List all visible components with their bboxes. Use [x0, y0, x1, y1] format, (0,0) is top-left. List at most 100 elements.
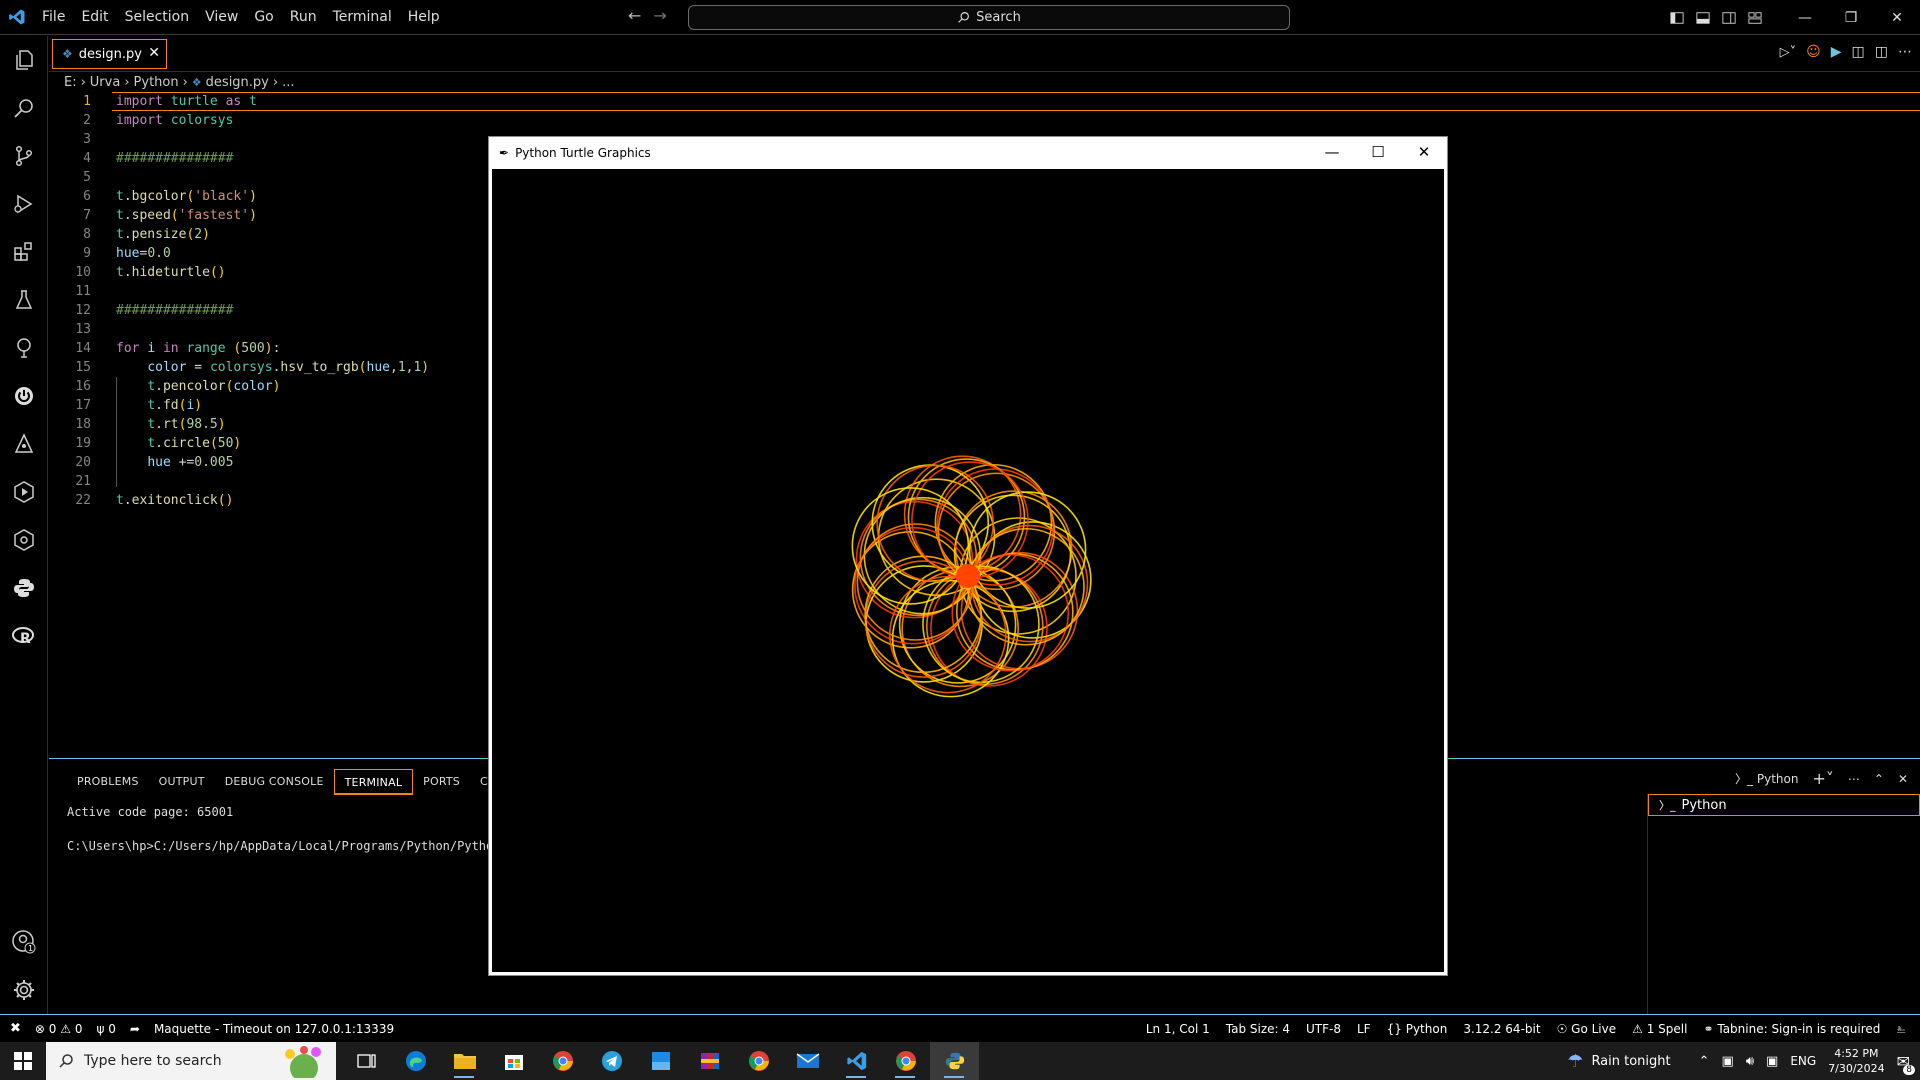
- menu-edit[interactable]: Edit: [73, 0, 116, 35]
- menu-selection[interactable]: Selection: [117, 0, 198, 35]
- chrome-profile-icon[interactable]: [734, 1042, 783, 1080]
- tab-size[interactable]: Tab Size: 4: [1226, 1022, 1290, 1036]
- breadcrumb-drive[interactable]: E:: [64, 75, 77, 90]
- code-line[interactable]: 2 import colorsys: [49, 111, 1920, 130]
- settings-gear-icon[interactable]: [0, 966, 48, 1014]
- mail-icon[interactable]: [783, 1042, 832, 1080]
- more-actions-icon[interactable]: ⋯: [1898, 44, 1912, 60]
- toggle-secondary-sidebar-icon[interactable]: [1716, 0, 1742, 35]
- tab-problems[interactable]: PROBLEMS: [67, 769, 149, 795]
- open-preview-icon[interactable]: ◫: [1852, 44, 1865, 60]
- menu-go[interactable]: Go: [246, 0, 281, 35]
- code-line[interactable]: 1 import turtle as t: [49, 92, 1920, 111]
- cursor-position[interactable]: Ln 1, Col 1: [1146, 1022, 1210, 1036]
- taskbar-search-box[interactable]: Type here to search: [46, 1042, 336, 1080]
- hexagon-play-icon[interactable]: [0, 468, 48, 516]
- notifications-bell-icon[interactable]: ⎁: [1896, 1022, 1906, 1037]
- tree-icon[interactable]: [0, 324, 48, 372]
- search-sidebar-icon[interactable]: [0, 84, 48, 132]
- spell-check[interactable]: ⚠ 1 Spell: [1632, 1022, 1687, 1036]
- tab-output[interactable]: OUTPUT: [149, 769, 215, 795]
- terminal-list-item[interactable]: 〉_ Python: [1648, 794, 1920, 816]
- breadcrumb-file[interactable]: design.py: [206, 75, 269, 90]
- language-mode[interactable]: {} Python: [1387, 1022, 1448, 1036]
- menu-file[interactable]: File: [34, 0, 73, 35]
- close-panel-icon[interactable]: ✕: [1898, 772, 1908, 786]
- minimize-icon[interactable]: —: [1309, 137, 1355, 167]
- end-of-line[interactable]: LF: [1357, 1022, 1371, 1036]
- maximize-panel-icon[interactable]: ⌃: [1874, 772, 1884, 786]
- close-window-icon[interactable]: ✕: [1874, 0, 1920, 35]
- maquette-status[interactable]: Maquette - Timeout on 127.0.0.1:13339: [154, 1022, 394, 1036]
- maximize-icon[interactable]: ☐: [1355, 137, 1401, 167]
- explorer-icon[interactable]: [0, 36, 48, 84]
- testing-flask-icon[interactable]: [0, 276, 48, 324]
- terminal-shell-label[interactable]: 〉_ Python: [1735, 770, 1798, 787]
- tab-debug-console[interactable]: DEBUG CONSOLE: [215, 769, 334, 795]
- tabnine-status[interactable]: ⚭ Tabnine: Sign-in is required: [1703, 1022, 1880, 1036]
- run-debug-icon[interactable]: [0, 180, 48, 228]
- menu-terminal[interactable]: Terminal: [325, 0, 400, 35]
- extensions-icon[interactable]: [0, 228, 48, 276]
- python-icon[interactable]: [0, 564, 48, 612]
- chrome-icon[interactable]: [538, 1042, 587, 1080]
- menu-view[interactable]: View: [197, 0, 246, 35]
- microsoft-store-icon[interactable]: [489, 1042, 538, 1080]
- news-app-icon[interactable]: [636, 1042, 685, 1080]
- windows-start-icon[interactable]: [0, 1042, 46, 1080]
- new-terminal-icon[interactable]: +˅: [1812, 769, 1833, 788]
- python-taskbar-icon[interactable]: [930, 1042, 979, 1080]
- close-window-icon[interactable]: ✕: [1401, 137, 1447, 167]
- hexagon-gear-icon[interactable]: [0, 516, 48, 564]
- deploy-status-icon[interactable]: ➦: [130, 1022, 140, 1036]
- remote-icon[interactable]: ✖: [10, 1021, 21, 1036]
- copilot-icon[interactable]: ☺: [1806, 44, 1821, 60]
- edge-browser-icon[interactable]: [391, 1042, 440, 1080]
- vscode-taskbar-icon[interactable]: [832, 1042, 881, 1080]
- ports-indicator[interactable]: ψ 0: [97, 1022, 116, 1036]
- problems-indicator[interactable]: ⊗ 0 ⚠ 0: [35, 1022, 83, 1036]
- task-view-icon[interactable]: [342, 1042, 391, 1080]
- language-indicator[interactable]: ENG: [1790, 1054, 1816, 1068]
- forward-arrow-icon[interactable]: →: [653, 6, 666, 25]
- breadcrumb-symbol[interactable]: ...: [282, 75, 294, 90]
- chrome-taskbar-icon[interactable]: [881, 1042, 930, 1080]
- file-explorer-icon[interactable]: [440, 1042, 489, 1080]
- battery-icon[interactable]: ▣: [1766, 1054, 1778, 1069]
- command-center-search[interactable]: Search: [688, 5, 1290, 30]
- toggle-primary-sidebar-icon[interactable]: [1664, 0, 1690, 35]
- toggle-panel-icon[interactable]: [1690, 0, 1716, 35]
- close-tab-icon[interactable]: ✕: [148, 45, 160, 61]
- network-icon[interactable]: ▣: [1722, 1054, 1734, 1069]
- customize-layout-icon[interactable]: [1742, 0, 1768, 35]
- python-interpreter[interactable]: 3.12.2 64-bit: [1463, 1022, 1540, 1036]
- tab-design-py[interactable]: ❖ design.py ✕: [52, 39, 167, 69]
- show-hidden-icons-icon[interactable]: ⌃: [1699, 1054, 1710, 1069]
- r-language-icon[interactable]: R: [0, 612, 48, 660]
- more-actions-icon[interactable]: ⋯: [1848, 772, 1860, 786]
- telegram-icon[interactable]: [587, 1042, 636, 1080]
- menu-run[interactable]: Run: [282, 0, 325, 35]
- breadcrumb-python[interactable]: Python: [134, 75, 179, 90]
- restore-icon[interactable]: ❐: [1828, 0, 1874, 35]
- turtle-canvas[interactable]: [492, 169, 1444, 972]
- accounts-icon[interactable]: 1: [0, 918, 48, 966]
- power-icon[interactable]: [0, 372, 48, 420]
- clock[interactable]: 4:52 PM 7/30/2024: [1828, 1046, 1884, 1076]
- minimize-icon[interactable]: —: [1782, 0, 1828, 35]
- volume-icon[interactable]: 🔊︎: [1746, 1054, 1754, 1069]
- go-live[interactable]: ☉ Go Live: [1557, 1022, 1617, 1036]
- tab-terminal[interactable]: TERMINAL: [333, 769, 414, 795]
- weather-widget[interactable]: ☂ Rain tonight: [1567, 1051, 1670, 1072]
- preview-icon[interactable]: ▶: [1831, 44, 1842, 60]
- source-control-icon[interactable]: [0, 132, 48, 180]
- encoding[interactable]: UTF-8: [1306, 1022, 1341, 1036]
- deploy-icon[interactable]: [0, 420, 48, 468]
- tab-ports[interactable]: PORTS: [413, 769, 470, 795]
- run-file-icon[interactable]: ▷˅: [1780, 45, 1797, 60]
- winrar-icon[interactable]: [685, 1042, 734, 1080]
- notifications-icon[interactable]: ✉ 8: [1897, 1052, 1915, 1075]
- back-arrow-icon[interactable]: ←: [628, 6, 641, 25]
- menu-help[interactable]: Help: [400, 0, 448, 35]
- split-editor-icon[interactable]: ◫: [1875, 44, 1888, 60]
